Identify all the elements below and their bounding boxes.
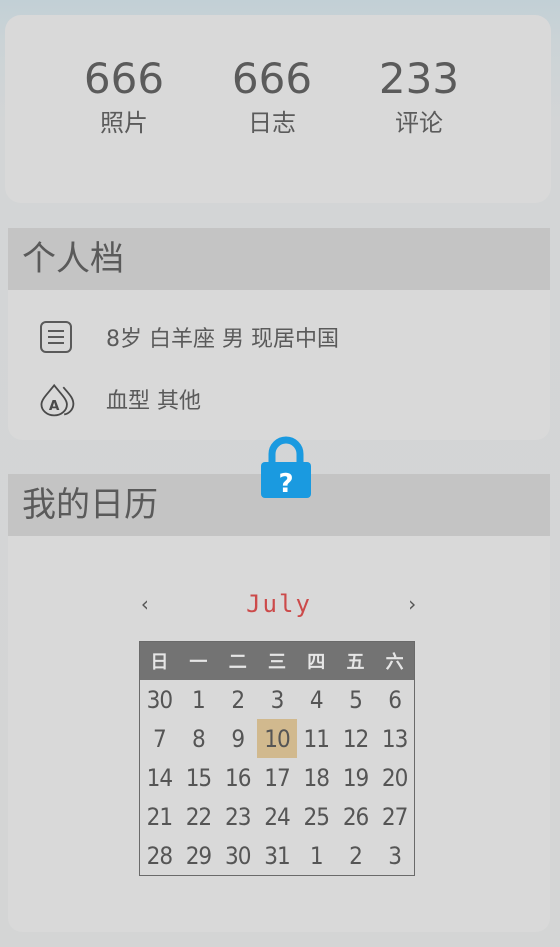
calendar-day[interactable]: 3: [257, 680, 296, 719]
calendar-day[interactable]: 14: [140, 758, 179, 797]
calendar-week: 14 15 16 17 18 19 20: [140, 758, 415, 797]
calendar-day[interactable]: 11: [297, 719, 336, 758]
profile-info-text: 8岁 白羊座 男 现居中国: [106, 327, 339, 352]
stat-photos[interactable]: 666 照片: [64, 55, 184, 139]
calendar-day[interactable]: 15: [179, 758, 218, 797]
profile-title: 个人档: [8, 228, 550, 290]
svg-text:A: A: [49, 398, 60, 414]
calendar-day[interactable]: 12: [336, 719, 375, 758]
calendar-day-today[interactable]: 10: [257, 719, 297, 758]
profile-blood-row: A 血型 其他: [36, 379, 201, 419]
weekday-header: 日 一 二 三 四 五 六: [139, 641, 415, 680]
calendar-week: 21 22 23 24 25 26 27: [140, 797, 415, 836]
weekday-label: 六: [375, 641, 415, 680]
calendar-day[interactable]: 2: [336, 836, 375, 876]
profile-blood-text: 血型 其他: [106, 389, 201, 414]
calendar-day[interactable]: 31: [257, 836, 296, 876]
calendar-week: 28 29 30 31 1 2 3: [140, 836, 415, 876]
calendar-day[interactable]: 20: [375, 758, 414, 797]
calendar-day[interactable]: 5: [336, 680, 375, 719]
calendar-day[interactable]: 27: [375, 797, 414, 836]
stat-diary-count: 666: [231, 54, 313, 103]
weekday-label: 三: [257, 641, 297, 680]
calendar-day[interactable]: 30: [218, 836, 257, 876]
calendar-day[interactable]: 2: [218, 680, 257, 719]
calendar-card: 我的日历 ‹ July › 日 一 二 三 四 五 六 30 1 2 3 4 5: [8, 474, 550, 932]
calendar-day[interactable]: 28: [140, 836, 179, 876]
stat-photos-count: 666: [83, 54, 165, 103]
blood-type-icon: A: [36, 379, 76, 419]
calendar-day[interactable]: 29: [179, 836, 218, 876]
profile-info-row: 8岁 白羊座 男 现居中国: [36, 317, 339, 357]
next-month-button[interactable]: ›: [406, 592, 418, 616]
calendar-day[interactable]: 16: [218, 758, 257, 797]
calendar-day[interactable]: 1: [297, 836, 336, 876]
svg-text:?: ?: [278, 469, 293, 499]
calendar-week: 30 1 2 3 4 5 6: [140, 680, 415, 719]
stat-comments-count: 233: [378, 54, 460, 103]
calendar-day[interactable]: 17: [257, 758, 296, 797]
calendar-grid: 日 一 二 三 四 五 六 30 1 2 3 4 5 6 7 8 9 10 11…: [139, 641, 415, 876]
weekday-label: 日: [139, 641, 179, 680]
weekday-label: 一: [178, 641, 219, 680]
calendar-week: 7 8 9 10 11 12 13: [140, 719, 415, 758]
calendar-day[interactable]: 9: [218, 719, 257, 758]
stat-diary-label: 日志: [248, 109, 296, 137]
stat-photos-label: 照片: [100, 109, 148, 137]
stat-diary[interactable]: 666 日志: [212, 55, 332, 139]
weekday-label: 二: [218, 641, 258, 680]
calendar-day[interactable]: 13: [375, 719, 414, 758]
calendar-day[interactable]: 26: [336, 797, 375, 836]
weekday-label: 四: [296, 641, 336, 680]
calendar-day[interactable]: 6: [375, 680, 414, 719]
calendar-day[interactable]: 24: [257, 797, 296, 836]
profile-card: 个人档 8岁 白羊座 男 现居中国 A 血型 其他: [8, 228, 550, 440]
calendar-day[interactable]: 25: [297, 797, 336, 836]
calendar-day[interactable]: 4: [297, 680, 336, 719]
lock-question-icon[interactable]: ?: [258, 434, 314, 500]
calendar-day[interactable]: 21: [140, 797, 179, 836]
month-label: July: [246, 590, 312, 618]
stat-comments[interactable]: 233 评论: [359, 55, 479, 139]
calendar-day[interactable]: 19: [336, 758, 375, 797]
stats-card: 666 照片 666 日志 233 评论: [5, 15, 551, 203]
document-icon: [36, 317, 76, 357]
calendar-day[interactable]: 22: [179, 797, 218, 836]
calendar-day[interactable]: 23: [218, 797, 257, 836]
calendar-day[interactable]: 30: [140, 680, 179, 719]
calendar-day[interactable]: 1: [179, 680, 218, 719]
calendar-day[interactable]: 8: [179, 719, 218, 758]
calendar-day[interactable]: 3: [375, 836, 414, 876]
calendar-day[interactable]: 18: [297, 758, 336, 797]
stat-comments-label: 评论: [395, 109, 443, 137]
calendar-day[interactable]: 7: [140, 719, 179, 758]
weekday-label: 五: [335, 641, 376, 680]
